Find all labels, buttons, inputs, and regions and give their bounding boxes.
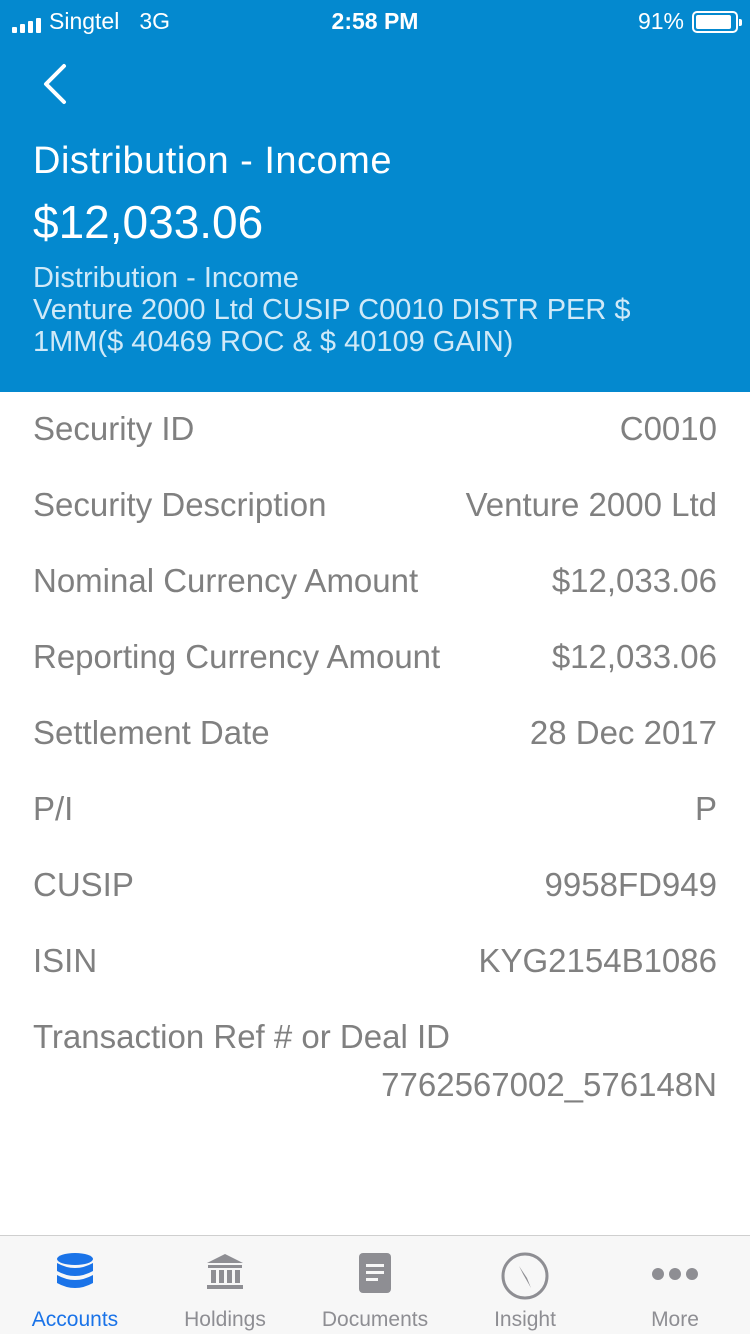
tab-label: Holdings — [184, 1308, 266, 1331]
detail-row-settlement-date: Settlement Date 28 Dec 2017 — [33, 714, 717, 752]
detail-row-transaction-ref: Transaction Ref # or Deal ID 7762567002_… — [33, 1018, 717, 1104]
status-bar: Singtel 3G 2:58 PM 91% — [0, 0, 750, 42]
detail-label: Security ID — [33, 410, 195, 447]
detail-label: Nominal Currency Amount — [33, 562, 419, 599]
tab-bar: Accounts Holdings Documents Insight More — [0, 1235, 750, 1334]
tab-accounts[interactable]: Accounts — [0, 1236, 150, 1334]
detail-label: P/I — [33, 790, 74, 827]
detail-value: P — [694, 790, 717, 827]
battery-fill — [696, 14, 731, 29]
detail-value: Venture 2000 Ltd — [465, 486, 717, 523]
detail-value: $12,033.06 — [551, 638, 717, 675]
tab-documents[interactable]: Documents — [300, 1236, 450, 1334]
detail-row-p-i: P/I P — [33, 790, 717, 828]
description-type: Distribution - Income — [33, 262, 299, 294]
detail-value: C0010 — [619, 410, 717, 447]
detail-row-security-id: Security ID C0010 — [33, 410, 717, 448]
tab-holdings[interactable]: Holdings — [150, 1236, 300, 1334]
description-text: Venture 2000 Ltd CUSIP C0010 DISTR PER $… — [33, 294, 631, 358]
detail-row-isin: ISIN KYG2154B1086 — [33, 942, 717, 980]
page-title: Distribution - Income — [33, 140, 392, 182]
battery-icon — [692, 10, 742, 33]
detail-value: 7762567002_576148N — [381, 1066, 717, 1103]
detail-value: 9958FD949 — [544, 866, 717, 903]
more-dots-icon — [652, 1268, 698, 1280]
tab-label: Accounts — [31, 1308, 119, 1331]
detail-label: Reporting Currency Amount — [33, 638, 441, 675]
detail-row-reporting-currency-amount: Reporting Currency Amount $12,033.06 — [33, 638, 717, 676]
tab-insight[interactable]: Insight — [450, 1236, 600, 1334]
detail-value: 28 Dec 2017 — [529, 714, 717, 751]
tab-label: More — [651, 1308, 699, 1331]
detail-label: Transaction Ref # or Deal ID — [33, 1018, 450, 1055]
tab-label: Documents — [321, 1308, 429, 1331]
battery-percent: 91% — [637, 8, 684, 34]
detail-label: Settlement Date — [33, 714, 270, 751]
detail-label: CUSIP — [33, 866, 134, 903]
chevron-left-icon — [44, 64, 66, 104]
detail-label: ISIN — [33, 942, 98, 979]
tab-more[interactable]: More — [600, 1236, 750, 1334]
database-icon — [57, 1253, 93, 1288]
header: Singtel 3G 2:58 PM 91% Distribution - In… — [0, 0, 750, 392]
document-icon — [359, 1253, 391, 1293]
detail-label: Security Description — [33, 486, 327, 523]
back-button[interactable] — [36, 58, 80, 110]
detail-row-security-description: Security Description Venture 2000 Ltd — [33, 486, 717, 524]
transaction-amount: $12,033.06 — [33, 196, 264, 248]
detail-row-cusip: CUSIP 9958FD949 — [33, 866, 717, 904]
detail-value: KYG2154B1086 — [478, 942, 717, 979]
transaction-description: Distribution - Income Venture 2000 Ltd C… — [33, 262, 713, 358]
detail-row-nominal-currency-amount: Nominal Currency Amount $12,033.06 — [33, 562, 717, 600]
bank-icon — [207, 1254, 243, 1289]
detail-value: $12,033.06 — [551, 562, 717, 599]
compass-icon — [501, 1252, 549, 1300]
tab-label: Insight — [494, 1308, 556, 1331]
